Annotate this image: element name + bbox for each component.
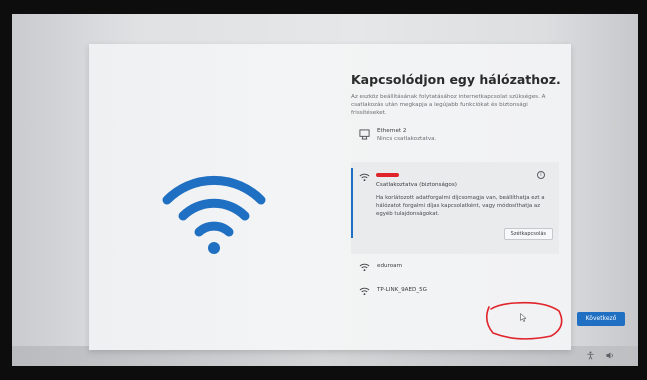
system-tray — [586, 351, 615, 360]
wifi-icon — [359, 263, 370, 272]
network-pane: Kapcsolódjon egy hálózathoz. Az eszköz b… — [351, 44, 625, 350]
accessibility-icon[interactable] — [586, 351, 595, 360]
illustration-pane — [89, 44, 339, 350]
network-status: Csatlakoztatva (biztonságos) — [376, 182, 457, 188]
wifi-icon — [359, 173, 370, 182]
volume-icon[interactable] — [605, 351, 615, 360]
wifi-icon — [162, 175, 266, 254]
network-name: TP-LINK_9AED_5G — [377, 287, 428, 293]
network-item-eduroam[interactable]: eduroam — [359, 260, 559, 274]
wifi-icon — [359, 287, 370, 296]
redacted-network-name — [376, 173, 399, 177]
cursor-icon — [520, 313, 527, 322]
disconnect-button[interactable]: Szétkapcsolás — [503, 228, 553, 240]
page-subtitle: Az eszköz beállításának folytatásához in… — [351, 94, 546, 116]
ethernet-name: Ethernet 2 — [377, 128, 407, 134]
ethernet-icon — [359, 129, 370, 140]
page-title: Kapcsolódjon egy hálózathoz. — [351, 72, 561, 87]
selection-indicator — [351, 168, 353, 238]
metered-message: Ha korlátozott adatforgalmi díjcsomagja … — [376, 195, 545, 217]
setup-window: Kapcsolódjon egy hálózathoz. Az eszköz b… — [89, 44, 625, 350]
ethernet-status: Nincs csatlakoztatva. — [377, 136, 437, 142]
network-item-ethernet[interactable]: Ethernet 2 Nincs csatlakoztatva. — [359, 128, 559, 152]
network-item-tplink[interactable]: TP-LINK_9AED_5G — [359, 284, 559, 298]
next-button[interactable]: Következő — [577, 312, 625, 326]
network-item-selected[interactable]: i Csatlakoztatva (biztonságos) Ha korlát… — [351, 162, 559, 254]
info-icon[interactable]: i — [537, 171, 545, 179]
network-name: eduroam — [377, 263, 403, 269]
